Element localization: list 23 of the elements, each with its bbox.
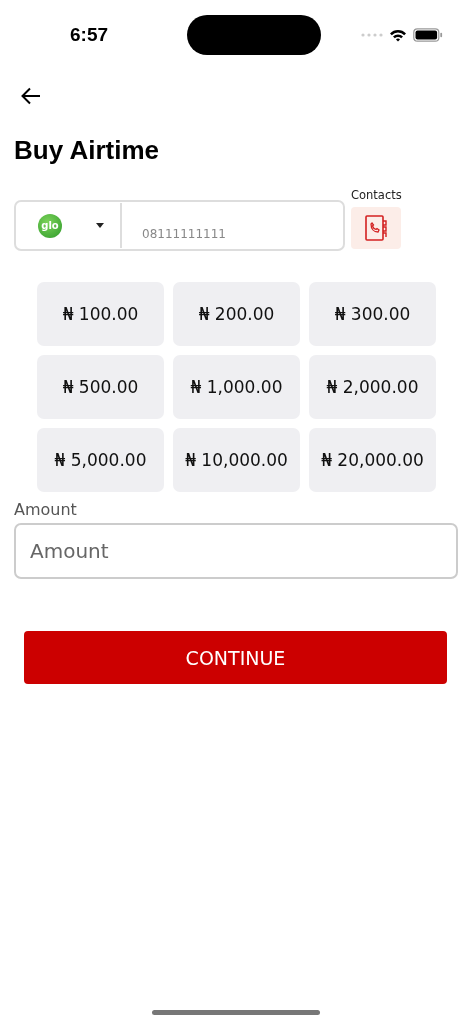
contacts-button[interactable]	[351, 207, 401, 249]
battery-icon	[413, 28, 443, 42]
amount-option[interactable]: ₦ 300.00	[309, 282, 436, 346]
amount-option[interactable]: ₦ 5,000.00	[37, 428, 164, 492]
amount-option[interactable]: ₦ 10,000.00	[173, 428, 300, 492]
network-logo: glo	[38, 213, 62, 238]
amount-field[interactable]: Amount	[14, 523, 458, 579]
amount-option[interactable]: ₦ 2,000.00	[309, 355, 436, 419]
amount-option[interactable]: ₦ 1,000.00	[173, 355, 300, 419]
dropdown-caret-icon	[96, 223, 104, 228]
amount-option[interactable]: ₦ 20,000.00	[309, 428, 436, 492]
signal-icon	[361, 33, 383, 37]
page-title: Buy Airtime	[14, 134, 160, 167]
amount-option[interactable]: ₦ 200.00	[173, 282, 300, 346]
amount-option[interactable]: ₦ 500.00	[37, 355, 164, 419]
wifi-icon	[389, 28, 407, 42]
back-arrow-icon[interactable]	[21, 87, 41, 105]
continue-button[interactable]: CONTINUE	[24, 631, 447, 684]
phone-book-icon	[365, 215, 387, 241]
amount-option[interactable]: ₦ 100.00	[37, 282, 164, 346]
amount-label: Amount	[14, 500, 78, 519]
contacts-label: Contacts	[351, 188, 402, 202]
status-time: 6:57	[70, 24, 109, 46]
